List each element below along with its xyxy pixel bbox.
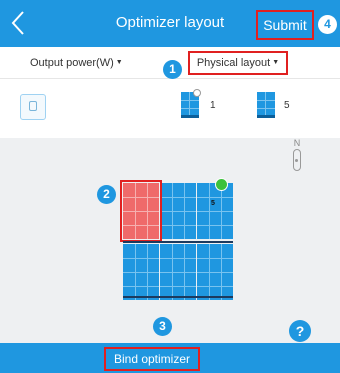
submit-button[interactable]: Submit bbox=[256, 10, 314, 40]
layout-type-label: Physical layout bbox=[196, 57, 271, 69]
pv-panel-with-optimizer[interactable]: 5 bbox=[197, 183, 233, 239]
step-badge-3: 3 bbox=[153, 317, 172, 336]
step-badge-2: 2 bbox=[97, 185, 116, 204]
step-badge-4: 4 bbox=[318, 15, 337, 34]
bottom-bar: Bind optimizer bbox=[0, 343, 340, 373]
legend-toolbar: 1 5 bbox=[0, 80, 340, 132]
row-divider bbox=[123, 241, 233, 243]
legend-count-optimizer: 1 bbox=[210, 100, 216, 111]
options-bar: Output power(W) ▼ 1 Physical layout ▼ bbox=[0, 47, 340, 79]
optimizer-dot-icon bbox=[193, 89, 201, 97]
pv-panel[interactable] bbox=[160, 183, 196, 239]
bind-optimizer-button[interactable]: Bind optimizer bbox=[104, 347, 200, 371]
output-power-label: Output power(W) bbox=[30, 57, 114, 69]
panel-label: 5 bbox=[211, 200, 215, 207]
bind-optimizer-label: Bind optimizer bbox=[113, 352, 191, 366]
selection-frame bbox=[120, 180, 162, 242]
layout-type-dropdown[interactable]: Physical layout ▼ bbox=[188, 51, 288, 75]
compass-label: N bbox=[293, 138, 301, 148]
pv-panel[interactable] bbox=[197, 244, 233, 300]
pv-panel[interactable] bbox=[123, 244, 159, 300]
legend-count-panel: 5 bbox=[284, 100, 290, 111]
pv-panel[interactable] bbox=[160, 244, 196, 300]
help-icon[interactable]: ? bbox=[289, 320, 311, 342]
panel-icon bbox=[257, 92, 275, 118]
layout-canvas[interactable]: N 5 2 3 bbox=[0, 138, 340, 343]
submit-label: Submit bbox=[263, 17, 307, 33]
string-baseline bbox=[123, 296, 233, 298]
optimizer-status-dot bbox=[215, 178, 228, 191]
inverter-icon[interactable] bbox=[20, 94, 46, 120]
output-power-dropdown[interactable]: Output power(W) ▼ bbox=[30, 57, 123, 69]
caret-down-icon: ▼ bbox=[272, 59, 280, 66]
step-badge-1: 1 bbox=[163, 60, 182, 79]
caret-down-icon: ▼ bbox=[115, 59, 123, 66]
app-header: Optimizer layout Submit 4 bbox=[0, 0, 340, 47]
compass-icon: N bbox=[289, 138, 305, 171]
